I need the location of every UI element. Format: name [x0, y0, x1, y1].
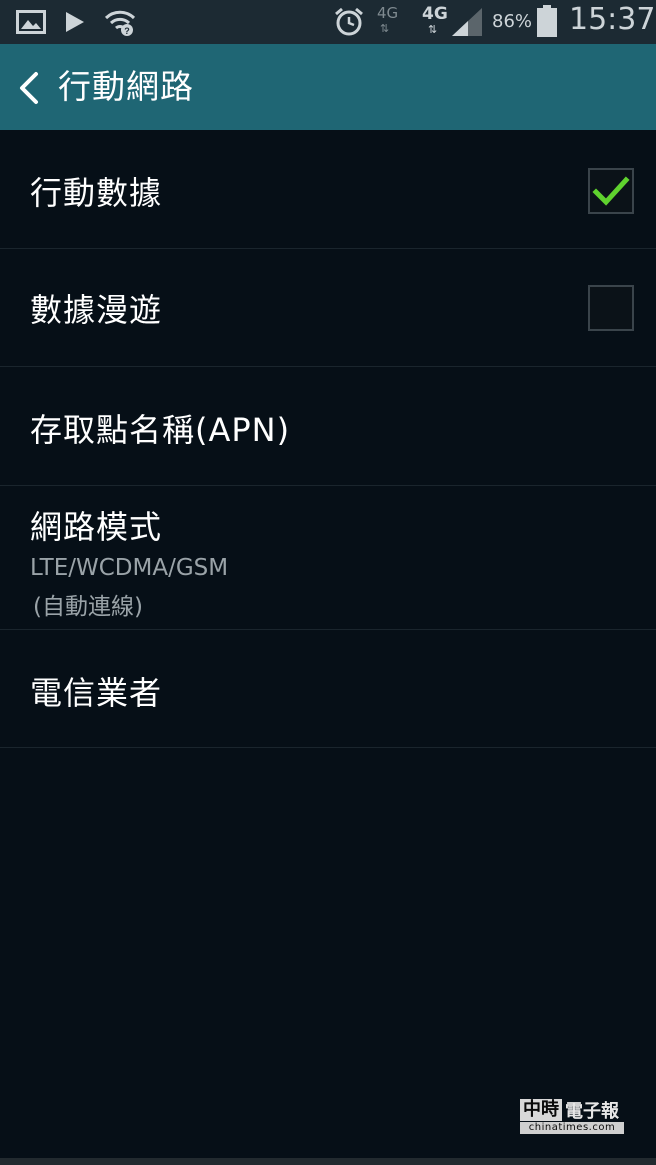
watermark-brand: 中時 — [520, 1099, 562, 1121]
network-mode-detail: (自動連線) — [33, 594, 143, 620]
mobile-data-row[interactable]: 行動數據 — [0, 130, 656, 249]
clock: 15:37 — [569, 2, 656, 37]
mobile-data-label: 行動數據 — [30, 174, 163, 212]
settings-list: 行動數據 數據漫遊 存取點名稱(APN) 網路模式 LTE/WCDMA/GSM … — [0, 130, 656, 748]
wifi-icon: ? — [104, 10, 136, 36]
play-icon — [66, 12, 84, 32]
chevron-left-icon — [20, 72, 38, 104]
battery-percent: 86% — [492, 11, 533, 32]
data-roaming-row[interactable]: 數據漫遊 — [0, 249, 656, 367]
apn-label: 存取點名稱(APN) — [30, 411, 291, 449]
network-operators-row[interactable]: 電信業者 — [0, 630, 656, 748]
battery-icon — [537, 5, 557, 37]
watermark-name: 電子報 — [565, 1101, 619, 1122]
alarm-icon — [335, 7, 363, 36]
checkmark-icon — [592, 176, 630, 206]
action-bar: 行動網路 — [0, 44, 656, 130]
watermark-logo: 中時 電子報 chinatimes.com — [520, 1098, 624, 1134]
network-mode-label: 網路模式 — [30, 508, 163, 546]
status-bar: ? 4G ⇅ 4G ⇅ 86% 15:37 — [0, 0, 656, 44]
data-roaming-label: 數據漫遊 — [30, 291, 163, 329]
signal-icon — [452, 8, 482, 36]
page-title: 行動網路 — [58, 67, 194, 106]
network-mode-row[interactable]: 網路模式 LTE/WCDMA/GSM (自動連線) — [0, 486, 656, 630]
data-arrows-icon-2: ⇅ — [428, 23, 438, 36]
bottom-edge — [0, 1158, 656, 1165]
data-roaming-checkbox[interactable] — [588, 285, 634, 331]
gallery-icon — [16, 10, 46, 34]
apn-row[interactable]: 存取點名稱(APN) — [0, 367, 656, 486]
network-type-2: 4G — [422, 4, 448, 24]
back-button[interactable] — [10, 64, 54, 110]
mobile-data-checkbox[interactable] — [588, 168, 634, 214]
network-mode-value: LTE/WCDMA/GSM — [30, 555, 229, 581]
network-operators-label: 電信業者 — [30, 674, 163, 712]
svg-text:?: ? — [124, 26, 130, 36]
data-arrows-icon: ⇅ — [380, 22, 390, 35]
watermark-url: chinatimes.com — [520, 1122, 624, 1134]
network-type-1: 4G — [377, 4, 399, 22]
